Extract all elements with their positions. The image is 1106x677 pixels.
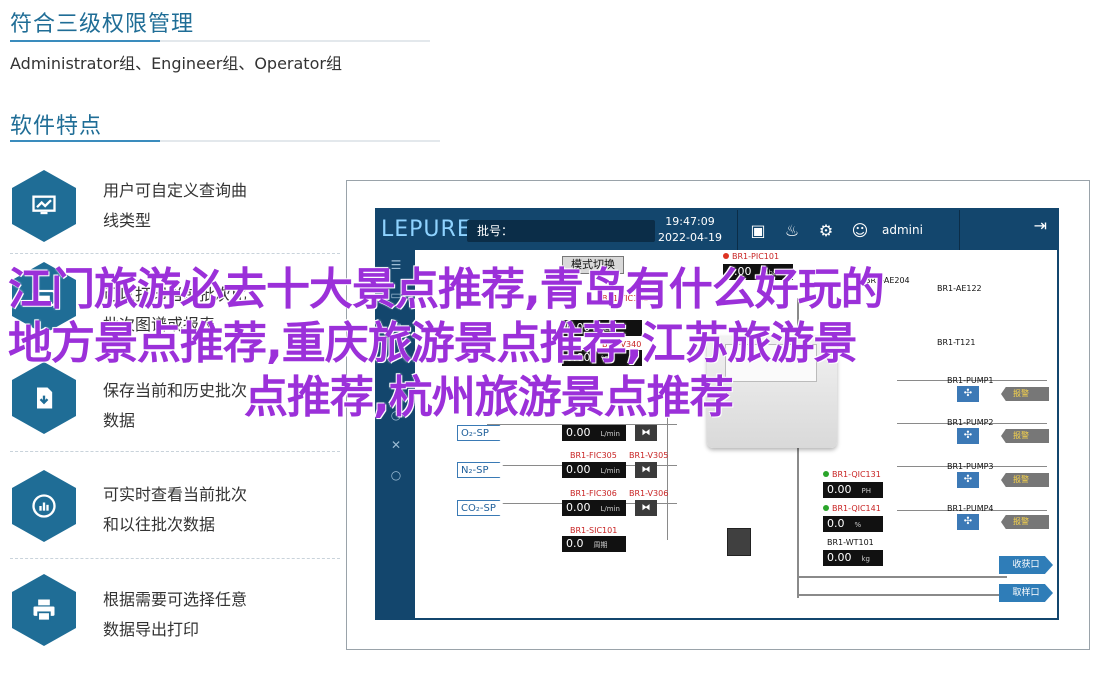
feature-item: 用户可自定义查询曲 线类型 <box>10 166 340 254</box>
user-icon[interactable]: ☺ <box>846 216 874 244</box>
tag-label: BR1-PIC101 <box>723 252 779 261</box>
nav-icon[interactable]: ○ <box>377 460 415 490</box>
tag-label: BR1-FIC305 <box>570 451 617 460</box>
overlay-line: 江门旅游必去十大景点推荐,青岛有什么好玩的 <box>8 264 885 315</box>
pump-fan-icon[interactable]: ✣ <box>957 428 979 444</box>
section-divider <box>10 140 440 142</box>
pump-label: BR1-PUMP3 <box>947 462 994 471</box>
valve[interactable]: ⧓ <box>635 425 657 441</box>
section-divider <box>10 40 430 42</box>
tag-label: BR1-QIC141 <box>823 504 881 513</box>
ph-value: 0.00 PH <box>823 482 883 498</box>
feature-text: 用户可自定义查询曲 线类型 <box>103 181 248 230</box>
feature-text: 根据需要可选择任意 数据导出打印 <box>103 590 248 639</box>
permission-section-title: 符合三级权限管理 <box>10 12 195 37</box>
tag-label: BR1-FIC306 <box>570 489 617 498</box>
flow-value: 0.00 L/min <box>562 500 626 516</box>
feature-item: 可实时查看当前批次 和以往批次数据 <box>10 468 340 559</box>
valve[interactable]: ⧓ <box>635 500 657 516</box>
alarm-bell-icon[interactable]: ♨ <box>778 216 806 244</box>
alarm-indicator: 报警 <box>1001 429 1049 443</box>
topbar-icons: ▣ ♨ ⚙ ☺ admini <box>737 210 960 250</box>
tag-label: BR1-SIC101 <box>570 526 618 535</box>
pump-fan-icon[interactable]: ✣ <box>957 472 979 488</box>
logout-icon[interactable]: ⇥ <box>1034 216 1047 235</box>
do-value: 0.0% <box>823 516 883 532</box>
tag-label: BR1-V305 <box>629 451 669 460</box>
gas-setpoint-n2[interactable]: N₂-SP <box>457 462 507 478</box>
weight-value: 0.00 kg <box>823 550 883 566</box>
pump-fan-icon[interactable]: ✣ <box>957 514 979 530</box>
printer-icon <box>12 574 76 646</box>
gear-icon[interactable]: ⚙ <box>812 216 840 244</box>
tag-label: BR1-V306 <box>629 489 669 498</box>
sample-port-button[interactable]: 取样口 <box>999 584 1053 602</box>
pump-label: BR1-PUMP4 <box>947 504 994 513</box>
realtime-chart-icon <box>12 470 76 542</box>
overlay-line: 点推荐,杭州旅游景点推荐 <box>244 372 734 423</box>
username: admini <box>882 223 923 237</box>
agitator-speed-value: 0.0 周期 <box>562 536 626 552</box>
features-section-title: 软件特点 <box>10 114 103 139</box>
overlay-line: 地方景点推荐,重庆旅游景点推荐,江苏旅游景 <box>8 318 857 369</box>
pipe <box>797 594 1007 596</box>
pipe <box>667 410 668 540</box>
flow-value: 0.00 L/min <box>562 462 626 478</box>
harvest-port-button[interactable]: 收获口 <box>999 556 1053 574</box>
alarm-indicator: 报警 <box>1001 473 1049 487</box>
feature-item: 根据需要可选择任意 数据导出打印 <box>10 574 340 662</box>
load-cell-icon <box>727 528 751 556</box>
image-icon[interactable]: ▣ <box>744 216 772 244</box>
hmi-topbar: LEPURE 批号： 19:47:09 2022-04-19 ▣ ♨ ⚙ ☺ ad… <box>377 210 1057 250</box>
pipe <box>797 576 1007 578</box>
feature-text: 可实时查看当前批次 和以往批次数据 <box>103 485 248 534</box>
gas-setpoint-co2[interactable]: CO₂-SP <box>457 500 507 516</box>
valve[interactable]: ⧓ <box>635 462 657 478</box>
tag-label: BR1-QIC131 <box>823 470 881 479</box>
overlay-headline: 江门旅游必去十大景点推荐,青岛有什么好玩的 地方景点推荐,重庆旅游景点推荐,江苏… <box>8 263 1106 425</box>
nav-icon[interactable]: ✕ <box>377 430 415 460</box>
alarm-indicator: 报警 <box>1001 515 1049 529</box>
gas-setpoint-o2[interactable]: O₂-SP <box>457 425 507 441</box>
monitor-chart-icon <box>12 170 76 242</box>
feature-separator <box>10 451 340 452</box>
batch-number-field[interactable]: 批号： <box>467 220 655 242</box>
flow-value: 0.00 L/min <box>562 425 626 441</box>
datetime-display: 19:47:09 2022-04-19 <box>658 215 722 244</box>
tag-label: BR1-WT101 <box>827 538 874 547</box>
user-groups-text: Administrator组、Engineer组、Operator组 <box>10 54 342 73</box>
brand-logo: LEPURE <box>381 217 472 242</box>
